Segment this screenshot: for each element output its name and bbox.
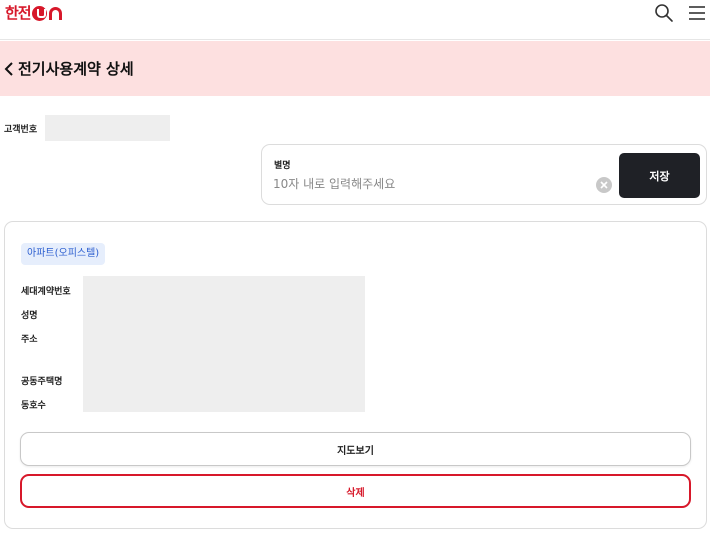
kepco-on-logo[interactable]: 한전	[5, 3, 62, 23]
contract-values-redacted	[83, 276, 365, 412]
alias-label: 별명	[274, 161, 291, 171]
delete-button[interactable]: 삭제	[20, 474, 691, 508]
household-contract-number-label: 세대계약번호	[21, 287, 71, 297]
alias-input[interactable]	[273, 174, 593, 194]
hamburger-menu-icon	[689, 6, 705, 20]
view-map-button[interactable]: 지도보기	[20, 432, 691, 466]
clear-input-button[interactable]	[596, 177, 612, 193]
address-label: 주소	[21, 335, 38, 345]
page-title: 전기사용계약 상세	[18, 60, 134, 78]
name-label: 성명	[21, 311, 38, 321]
customer-number-value	[45, 115, 170, 141]
search-icon	[655, 4, 673, 22]
back-button[interactable]	[4, 61, 14, 76]
logo-on-mark	[31, 5, 62, 21]
customer-number-label: 고객번호	[4, 125, 38, 135]
top-app-bar: 한전	[0, 0, 710, 40]
contract-type-badge: 아파트(오피스텔)	[21, 243, 106, 265]
apartment-name-label: 공동주택명	[21, 377, 63, 387]
clear-circle-icon	[600, 181, 608, 189]
alias-card: 별명 저장	[261, 144, 707, 205]
page-title-bar: 전기사용계약 상세	[0, 41, 710, 96]
search-button[interactable]	[651, 1, 677, 25]
unit-number-label: 동호수	[21, 401, 46, 411]
chevron-left-icon	[4, 61, 13, 76]
menu-button[interactable]	[684, 1, 710, 25]
save-button[interactable]: 저장	[619, 153, 700, 198]
logo-text: 한전	[5, 4, 32, 22]
contract-card: 아파트(오피스텔) 세대계약번호 성명 주소 공동주택명 동호수 지도보기 삭제	[4, 221, 707, 529]
